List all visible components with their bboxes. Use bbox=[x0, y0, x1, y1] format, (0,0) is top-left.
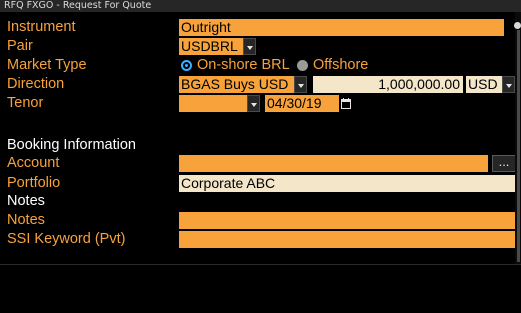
tenor-select[interactable] bbox=[179, 95, 247, 112]
direction-select[interactable]: BGAS Buys USD bbox=[179, 76, 294, 93]
pair-chevron-down-icon[interactable] bbox=[243, 38, 256, 55]
tenor-chevron-down-icon[interactable] bbox=[247, 95, 260, 112]
tenor-label: Tenor bbox=[7, 95, 44, 111]
offshore-option[interactable]: Offshore bbox=[313, 56, 368, 74]
instrument-select[interactable]: Outright bbox=[179, 19, 504, 36]
portfolio-input[interactable]: Corporate ABC bbox=[179, 175, 516, 192]
account-input[interactable] bbox=[179, 155, 488, 172]
currency-chevron-down-icon[interactable] bbox=[502, 76, 515, 93]
ssi-keyword-input[interactable] bbox=[179, 231, 516, 248]
currency-select[interactable]: USD bbox=[466, 76, 502, 93]
account-label: Account bbox=[7, 155, 60, 171]
instrument-label: Instrument bbox=[7, 19, 76, 35]
calendar-icon[interactable] bbox=[339, 95, 352, 112]
booking-section-title: Booking Information bbox=[7, 137, 136, 153]
radio-off-icon[interactable] bbox=[297, 60, 308, 71]
pair-label: Pair bbox=[7, 38, 33, 54]
radio-on-icon[interactable] bbox=[181, 60, 192, 71]
market-type-label: Market Type bbox=[7, 57, 87, 73]
pair-select[interactable]: USDBRL bbox=[179, 38, 243, 55]
direction-chevron-down-icon[interactable] bbox=[294, 76, 307, 93]
onshore-brl-option[interactable]: On-shore BRL bbox=[197, 56, 290, 74]
divider bbox=[0, 264, 521, 265]
notes-label: Notes bbox=[7, 212, 45, 228]
window-title: RFQ FXGO - Request For Quote bbox=[0, 0, 521, 12]
date-input[interactable]: 04/30/19 bbox=[265, 95, 339, 112]
ellipsis-icon[interactable]: ... bbox=[492, 155, 516, 172]
scroll-nub-icon[interactable] bbox=[514, 22, 521, 29]
direction-label: Direction bbox=[7, 76, 65, 92]
portfolio-label: Portfolio bbox=[7, 175, 61, 191]
notes-input[interactable] bbox=[179, 212, 516, 229]
ssi-keyword-label: SSI Keyword (Pvt) bbox=[7, 231, 126, 247]
notes-section-title: Notes bbox=[7, 193, 45, 209]
scrollbar-thumb[interactable] bbox=[517, 30, 520, 262]
amount-input[interactable]: 1,000,000.00 bbox=[313, 76, 463, 93]
